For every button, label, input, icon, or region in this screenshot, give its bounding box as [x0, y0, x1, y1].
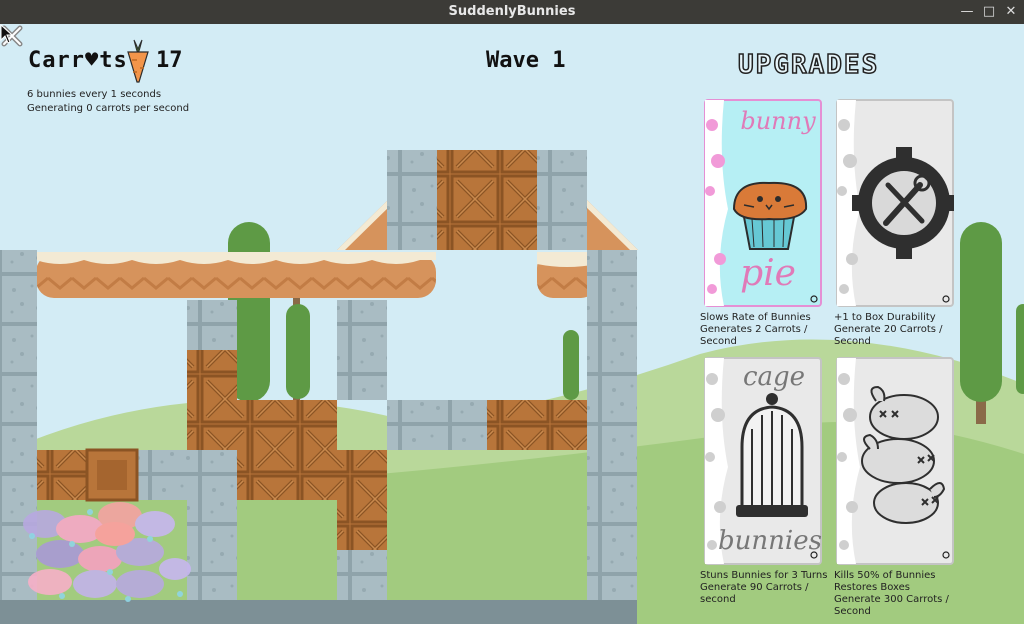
spawn-rate-text: 6 bunnies every 1 seconds [27, 89, 162, 100]
window-titlebar: SuddenlyBunnies — □ ✕ [0, 0, 1024, 24]
upgrade-card-kill-bunnies[interactable] [836, 357, 954, 565]
window-title: SuddenlyBunnies [448, 4, 576, 19]
close-window-button[interactable]: ✕ [1002, 3, 1020, 21]
upgrade-card-cage-bunnies-description: Stuns Bunnies for 3 Turns Generate 90 Ca… [700, 570, 828, 605]
platform-left [36, 252, 436, 298]
card3-top-word: cage [743, 362, 805, 392]
card3-bottom-word: bunnies [718, 526, 822, 556]
upgrade-card-box-durability-description: +1 to Box Durability Generate 20 Carrots… [834, 312, 943, 347]
card1-bottom-word: pie [740, 253, 796, 294]
upgrade-card-cage-bunnies[interactable]: cage bunnies [704, 357, 822, 565]
carrot-icon [127, 39, 149, 83]
upgrade-card-kill-bunnies-description: Kills 50% of Bunnies Restores Boxes Gene… [834, 570, 949, 617]
carrots-count: 17 [156, 48, 183, 73]
wave-label: Wave 1 [486, 48, 566, 73]
upgrade-card-bunny-pie[interactable]: bunny pie [704, 99, 822, 307]
upgrades-title: UPGRADES [737, 49, 880, 81]
maximize-button[interactable]: □ [980, 3, 998, 21]
card1-top-word: bunny [740, 107, 816, 135]
game-stage[interactable]: Carr♥ts 17 6 bunnies every 1 seconds Gen… [0, 24, 1024, 624]
carrot-generation-text: Generating 0 carrots per second [27, 103, 190, 114]
mouse-cursor-icon [0, 24, 14, 44]
upgrade-card-bunny-pie-description: Slows Rate of Bunnies Generates 2 Carrot… [700, 312, 811, 347]
upgrade-card-box-durability[interactable] [836, 99, 954, 307]
carrots-label: Carr♥ts [28, 48, 128, 73]
minimize-button[interactable]: — [958, 3, 976, 21]
